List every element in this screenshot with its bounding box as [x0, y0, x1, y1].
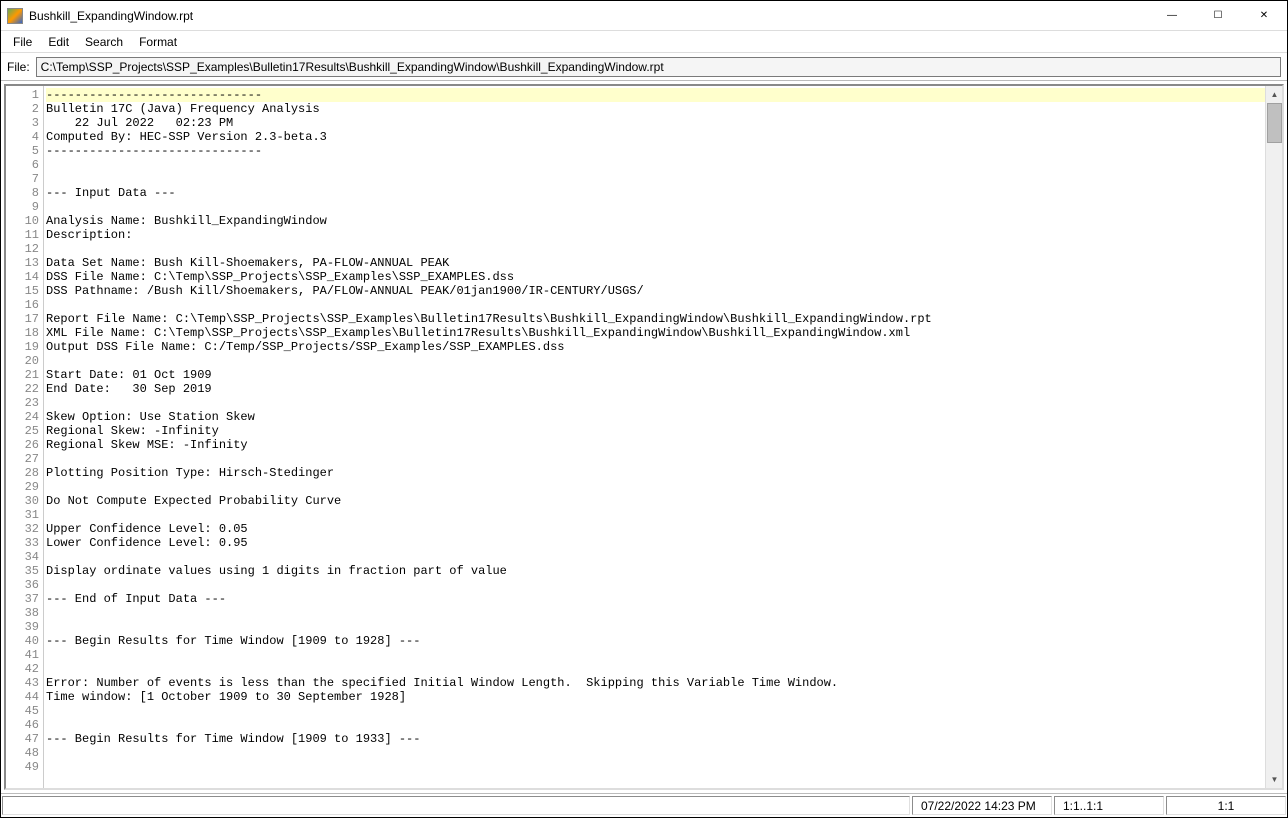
code-line [46, 242, 1265, 256]
menubar: File Edit Search Format [1, 31, 1287, 53]
code-line [46, 718, 1265, 732]
code-line: ------------------------------ [46, 144, 1265, 158]
window-title: Bushkill_ExpandingWindow.rpt [29, 9, 1149, 23]
code-line [46, 354, 1265, 368]
code-line [46, 578, 1265, 592]
code-line [46, 158, 1265, 172]
code-line: Output DSS File Name: C:/Temp/SSP_Projec… [46, 340, 1265, 354]
code-line: ------------------------------ [46, 88, 1265, 102]
menu-edit[interactable]: Edit [40, 33, 77, 51]
status-selection-range: 1:1..1:1 [1054, 796, 1164, 815]
scroll-down-arrow-icon[interactable]: ▼ [1266, 771, 1283, 788]
menu-file[interactable]: File [5, 33, 40, 51]
close-button[interactable]: ✕ [1241, 1, 1287, 30]
minimize-button[interactable]: — [1149, 1, 1195, 30]
code-line [46, 662, 1265, 676]
vertical-scrollbar[interactable]: ▲ ▼ [1265, 86, 1282, 788]
code-line: Error: Number of events is less than the… [46, 676, 1265, 690]
code-line: Display ordinate values using 1 digits i… [46, 564, 1265, 578]
code-line: Description: [46, 228, 1265, 242]
maximize-button[interactable]: ☐ [1195, 1, 1241, 30]
code-line: Time window: [1 October 1909 to 30 Septe… [46, 690, 1265, 704]
status-cursor-pos: 1:1 [1166, 796, 1286, 815]
code-line [46, 172, 1265, 186]
code-line [46, 298, 1265, 312]
code-line: Skew Option: Use Station Skew [46, 410, 1265, 424]
code-line: 22 Jul 2022 02:23 PM [46, 116, 1265, 130]
status-message-cell [2, 796, 910, 815]
code-line: Do Not Compute Expected Probability Curv… [46, 494, 1265, 508]
code-line [46, 550, 1265, 564]
code-line: Analysis Name: Bushkill_ExpandingWindow [46, 214, 1265, 228]
code-line [46, 508, 1265, 522]
code-line: Report File Name: C:\Temp\SSP_Projects\S… [46, 312, 1265, 326]
code-line [46, 200, 1265, 214]
code-line: Data Set Name: Bush Kill-Shoemakers, PA-… [46, 256, 1265, 270]
file-label: File: [7, 60, 30, 74]
code-line [46, 620, 1265, 634]
code-line: End Date: 30 Sep 2019 [46, 382, 1265, 396]
code-line: Regional Skew: -Infinity [46, 424, 1265, 438]
code-line [46, 704, 1265, 718]
code-line: --- Input Data --- [46, 186, 1265, 200]
code-line: --- Begin Results for Time Window [1909 … [46, 634, 1265, 648]
app-window: Bushkill_ExpandingWindow.rpt — ☐ ✕ File … [0, 0, 1288, 818]
code-line: DSS Pathname: /Bush Kill/Shoemakers, PA/… [46, 284, 1265, 298]
line-number-gutter: 1 2 3 4 5 6 7 8 9 10 11 12 13 14 15 16 1… [6, 86, 44, 788]
code-line: Start Date: 01 Oct 1909 [46, 368, 1265, 382]
code-line: Lower Confidence Level: 0.95 [46, 536, 1265, 550]
code-area[interactable]: ------------------------------Bulletin 1… [44, 86, 1265, 788]
app-icon [7, 8, 23, 24]
code-line [46, 648, 1265, 662]
statusbar: 07/22/2022 14:23 PM 1:1..1:1 1:1 [1, 793, 1287, 817]
code-line: DSS File Name: C:\Temp\SSP_Projects\SSP_… [46, 270, 1265, 284]
scroll-thumb[interactable] [1267, 103, 1282, 143]
titlebar: Bushkill_ExpandingWindow.rpt — ☐ ✕ [1, 1, 1287, 31]
menu-format[interactable]: Format [131, 33, 185, 51]
status-datetime: 07/22/2022 14:23 PM [912, 796, 1052, 815]
code-line [46, 480, 1265, 494]
scroll-up-arrow-icon[interactable]: ▲ [1266, 86, 1283, 103]
window-controls: — ☐ ✕ [1149, 1, 1287, 30]
code-line: --- Begin Results for Time Window [1909 … [46, 732, 1265, 746]
file-path-input[interactable] [36, 57, 1281, 77]
filebar: File: [1, 53, 1287, 81]
menu-search[interactable]: Search [77, 33, 131, 51]
code-line [46, 746, 1265, 760]
code-line: --- End of Input Data --- [46, 592, 1265, 606]
editor: 1 2 3 4 5 6 7 8 9 10 11 12 13 14 15 16 1… [4, 84, 1284, 790]
code-line [46, 452, 1265, 466]
code-line: Plotting Position Type: Hirsch-Stedinger [46, 466, 1265, 480]
code-line [46, 760, 1265, 774]
code-line: XML File Name: C:\Temp\SSP_Projects\SSP_… [46, 326, 1265, 340]
code-line: Computed By: HEC-SSP Version 2.3-beta.3 [46, 130, 1265, 144]
code-line [46, 396, 1265, 410]
code-line: Regional Skew MSE: -Infinity [46, 438, 1265, 452]
code-line [46, 606, 1265, 620]
code-line: Upper Confidence Level: 0.05 [46, 522, 1265, 536]
code-line: Bulletin 17C (Java) Frequency Analysis [46, 102, 1265, 116]
